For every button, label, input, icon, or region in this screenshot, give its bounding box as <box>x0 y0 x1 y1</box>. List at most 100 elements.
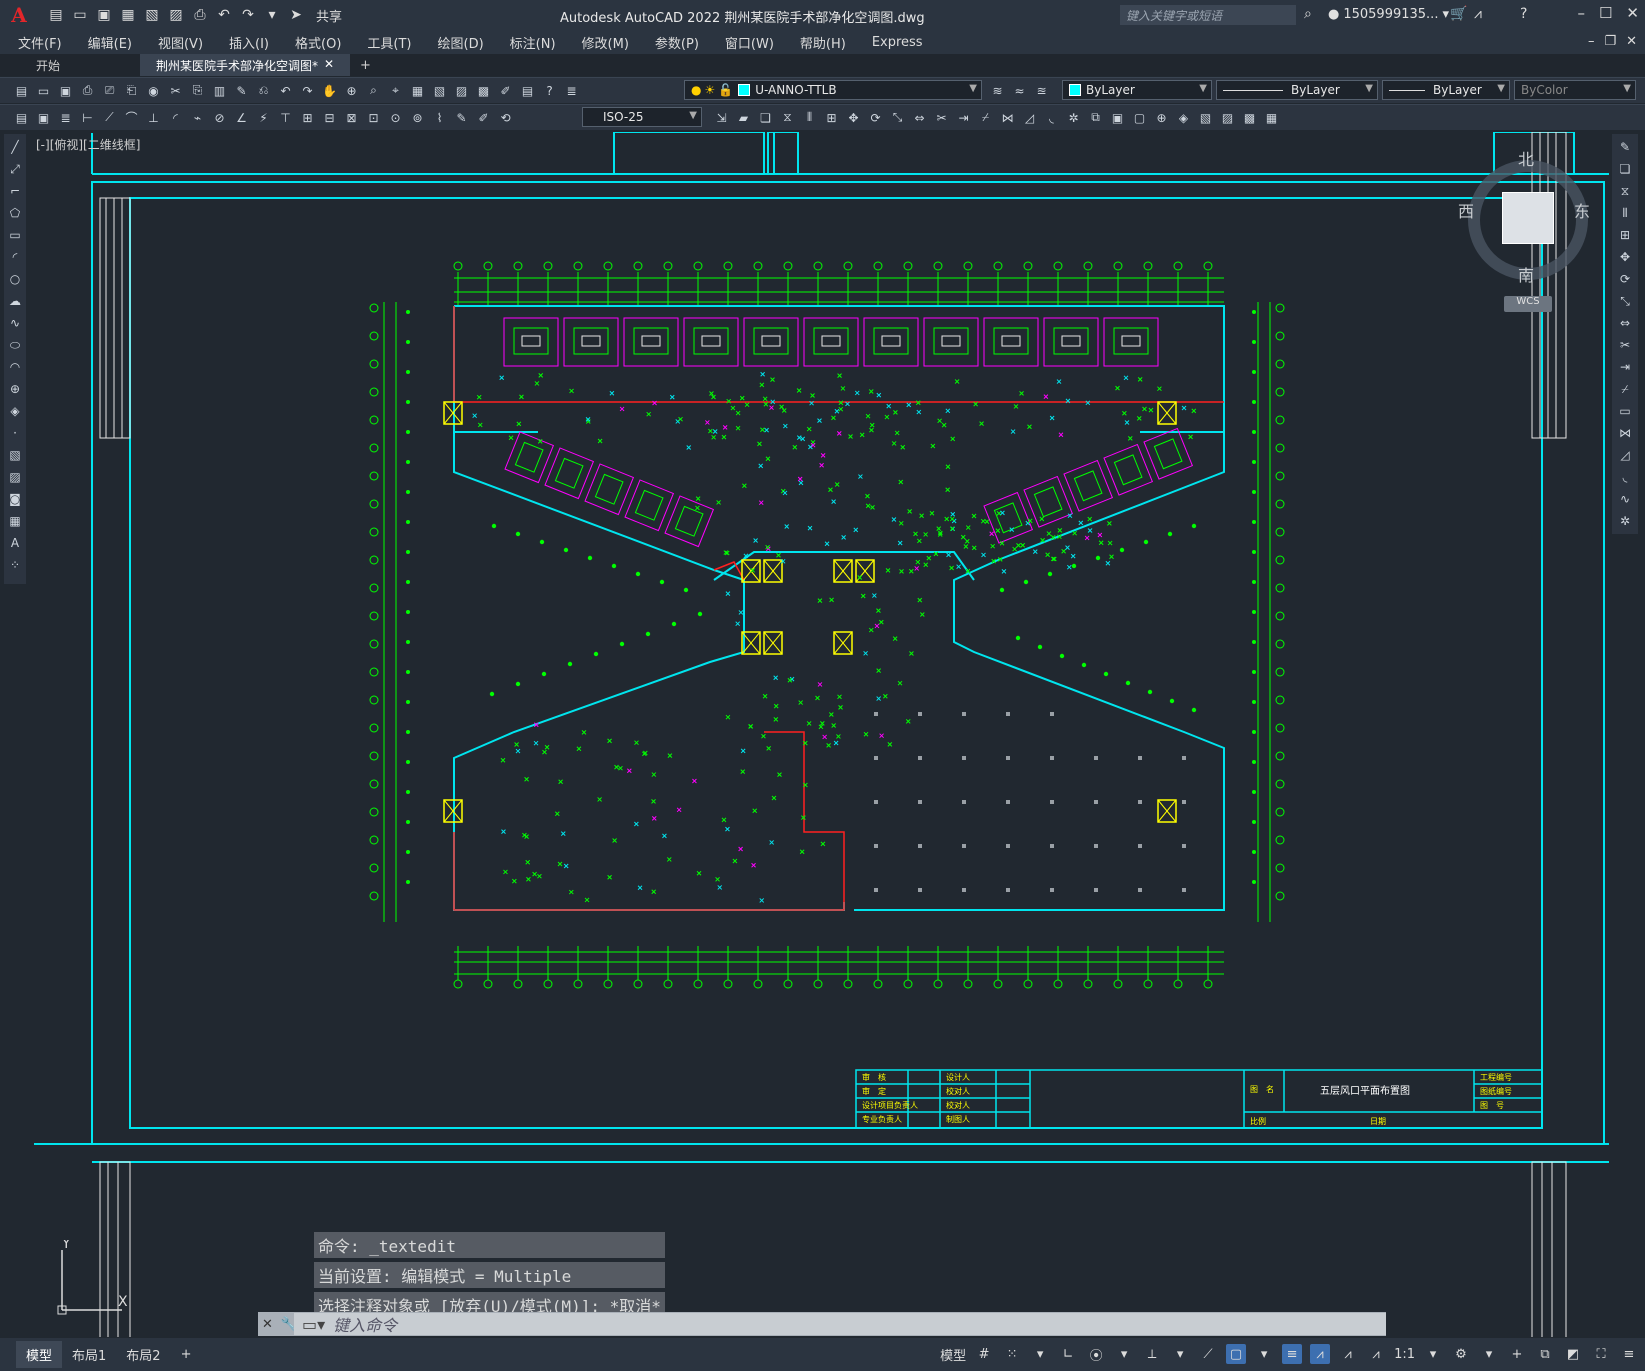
chevron-down-icon[interactable]: ▾ <box>1114 1344 1134 1364</box>
layer-match-icon[interactable]: ▤ <box>12 108 31 127</box>
tab-layout2[interactable]: 布局2 <box>116 1341 170 1368</box>
menu-file[interactable]: 文件(F) <box>18 33 62 52</box>
explode-icon[interactable]: ✲ <box>1616 512 1634 530</box>
polygon-icon[interactable]: ⬠ <box>6 204 24 222</box>
chevron-down-icon[interactable]: ▾ <box>1254 1344 1274 1364</box>
menu-parametric[interactable]: 参数(P) <box>655 33 699 52</box>
rotate-icon[interactable]: ⟳ <box>1616 270 1634 288</box>
compass-south[interactable]: 南 <box>1518 262 1534 286</box>
lineweight-dropdown[interactable]: ByLayer ▼ <box>1382 80 1510 100</box>
stretch-icon[interactable]: ⇔ <box>1616 314 1634 332</box>
menu-format[interactable]: 格式(O) <box>295 33 341 52</box>
chevron-down-icon[interactable]: ▾ <box>1030 1344 1050 1364</box>
trim-icon[interactable]: ✂ <box>1616 336 1634 354</box>
jogged-linear-icon[interactable]: ⌇ <box>430 108 449 127</box>
plot-icon[interactable]: ⎙ <box>190 5 210 25</box>
line-icon[interactable]: ╱ <box>6 138 24 156</box>
offset-icon[interactable]: ⫴ <box>800 108 819 127</box>
layer-previous-icon[interactable]: ≈ <box>1010 81 1029 100</box>
help-icon[interactable]: ? <box>1520 6 1527 22</box>
group-icon[interactable]: ▣ <box>1108 108 1127 127</box>
autodesk-app-icon[interactable]: ⩘ <box>1474 6 1482 22</box>
cut-icon[interactable]: ✂ <box>166 81 185 100</box>
auto-scale-icon[interactable]: ⩘ <box>1338 1344 1358 1364</box>
paste-icon[interactable]: ▥ <box>210 81 229 100</box>
ungroup-icon[interactable]: ▢ <box>1130 108 1149 127</box>
menu-view[interactable]: 视图(V) <box>158 33 203 52</box>
add-layout-button[interactable]: + <box>171 1343 202 1366</box>
ortho-icon[interactable]: ∟ <box>1058 1344 1078 1364</box>
undo-icon[interactable]: ↶ <box>276 81 295 100</box>
user-account[interactable]: ● 1505999135... ▾ <box>1328 7 1449 22</box>
arc-length-icon[interactable]: ⌒ <box>122 108 141 127</box>
region-icon[interactable]: ◙ <box>6 490 24 508</box>
plot-icon[interactable]: ⎙ <box>78 81 97 100</box>
center-mark-icon[interactable]: ⊙ <box>386 108 405 127</box>
circle-icon[interactable]: ○ <box>6 270 24 288</box>
redo-icon[interactable]: ↷ <box>238 5 258 25</box>
spline-icon[interactable]: ∿ <box>6 314 24 332</box>
ordinate-dim-icon[interactable]: ⊥ <box>144 108 163 127</box>
menu-express[interactable]: Express <box>872 35 923 50</box>
region-icon[interactable]: ▩ <box>1240 108 1259 127</box>
copy-object-icon[interactable]: ❏ <box>756 108 775 127</box>
snap-icon[interactable]: ⁙ <box>1002 1344 1022 1364</box>
match-properties-icon[interactable]: ✎ <box>232 81 251 100</box>
menu-insert[interactable]: 插入(I) <box>229 33 269 52</box>
baseline-dim-icon[interactable]: ⊤ <box>276 108 295 127</box>
quick-dim-icon[interactable]: ⚡ <box>254 108 273 127</box>
blend-icon[interactable]: ∿ <box>1616 490 1634 508</box>
pan-icon[interactable]: ✋ <box>320 81 339 100</box>
chevron-down-icon[interactable]: ▾ <box>1423 1344 1443 1364</box>
customize-icon[interactable]: ▾ <box>262 5 282 25</box>
mirror-icon[interactable]: ⧖ <box>778 108 797 127</box>
viewcube-face-top[interactable] <box>1502 192 1554 244</box>
redo-icon[interactable]: ↷ <box>298 81 317 100</box>
dimstyle-icon[interactable]: ⇲ <box>712 108 731 127</box>
doc-restore-icon[interactable]: ❐ <box>1604 34 1616 49</box>
doc-close-icon[interactable]: ✕ <box>1626 34 1637 49</box>
layer-properties-icon[interactable]: ≣ <box>562 81 581 100</box>
markup-icon[interactable]: ✐ <box>496 81 515 100</box>
menu-edit[interactable]: 编辑(E) <box>88 33 132 52</box>
plotstyle-dropdown[interactable]: ByColor ▼ <box>1514 80 1636 100</box>
properties-icon[interactable]: ▦ <box>408 81 427 100</box>
zoom-realtime-icon[interactable]: ⊕ <box>342 81 361 100</box>
rotate-icon[interactable]: ⟳ <box>866 108 885 127</box>
make-current-icon[interactable]: ≋ <box>988 81 1007 100</box>
offset-icon[interactable]: ⫴ <box>1616 204 1634 222</box>
compass-east[interactable]: 东 <box>1574 198 1590 222</box>
zoom-window-icon[interactable]: ⌕ <box>364 81 383 100</box>
viewport-controls-label[interactable]: [-][俯视][二维线框] <box>36 136 140 153</box>
minimize-icon[interactable]: – <box>1577 4 1585 22</box>
command-recent-icon[interactable]: ▭▾ <box>302 1315 325 1334</box>
scale-icon[interactable]: ⤡ <box>1616 292 1634 310</box>
mtext-icon[interactable]: A <box>6 534 24 552</box>
hatch-icon[interactable]: ▧ <box>1196 108 1215 127</box>
tab-model[interactable]: 模型 <box>16 1341 63 1368</box>
create-block-icon[interactable]: ◈ <box>1174 108 1193 127</box>
grid-icon[interactable]: # <box>974 1344 994 1364</box>
search-icon[interactable]: ⌕ <box>1304 6 1312 22</box>
layer-states-icon[interactable]: ≊ <box>1032 81 1051 100</box>
join-icon[interactable]: ⋈ <box>998 108 1017 127</box>
jogged-dim-icon[interactable]: ⌁ <box>188 108 207 127</box>
render-icon[interactable]: ◉ <box>144 81 163 100</box>
publish-icon[interactable]: ⎗ <box>122 81 141 100</box>
radius-dim-icon[interactable]: ◜ <box>166 108 185 127</box>
fillet-icon[interactable]: ◟ <box>1042 108 1061 127</box>
extend-icon[interactable]: ⇥ <box>954 108 973 127</box>
erase-icon[interactable]: ▰ <box>734 108 753 127</box>
break-point-icon[interactable]: ⌿ <box>1616 380 1634 398</box>
open-icon[interactable]: ▭ <box>70 5 90 25</box>
share-label[interactable]: 共享 <box>316 6 342 25</box>
copy-icon[interactable]: ❏ <box>1616 160 1634 178</box>
lineweight-icon[interactable]: ≡ <box>1282 1344 1303 1364</box>
explode-icon[interactable]: ✲ <box>1064 108 1083 127</box>
add-selected-icon[interactable]: ⁘ <box>6 556 24 574</box>
object-snap-tracking-icon[interactable]: ⟂ <box>1142 1344 1162 1364</box>
viewcube[interactable]: 北 南 东 西 WCS <box>1458 146 1598 316</box>
fillet-icon[interactable]: ◟ <box>1616 468 1634 486</box>
construction-line-icon[interactable]: ⤢ <box>6 160 24 178</box>
insert-block-icon[interactable]: ⊕ <box>1152 108 1171 127</box>
